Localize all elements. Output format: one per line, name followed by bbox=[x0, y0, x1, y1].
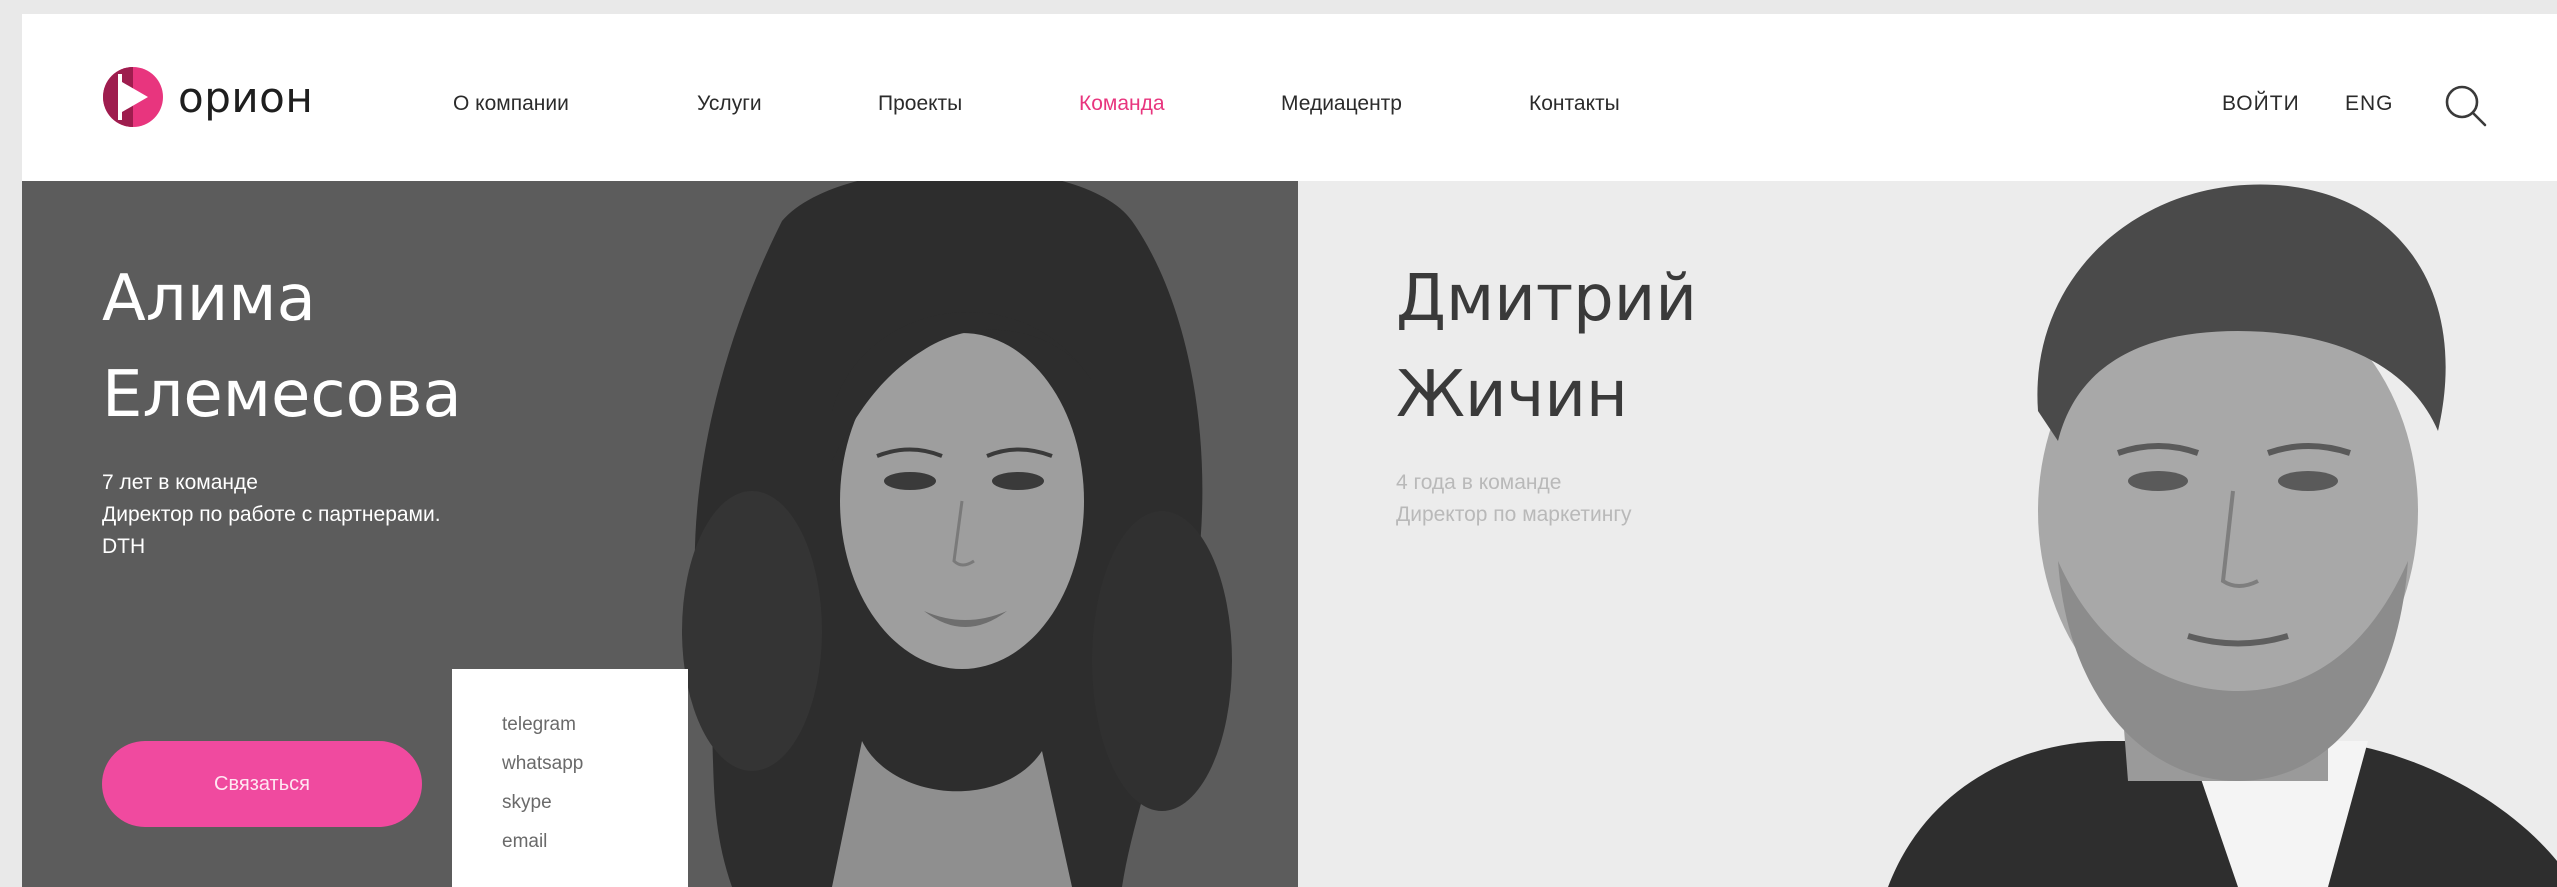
search-button[interactable] bbox=[2440, 80, 2492, 132]
person-role: Директор по работе с партнерами. bbox=[102, 503, 441, 526]
name-first: Алима bbox=[102, 262, 316, 336]
name-last: Жичин bbox=[1396, 358, 1628, 432]
person-tenure: 4 года в команде bbox=[1396, 471, 1562, 494]
orion-logo-icon bbox=[103, 67, 163, 127]
nav-item-contacts[interactable]: Контакты bbox=[1529, 92, 1620, 116]
nav-item-projects[interactable]: Проекты bbox=[878, 92, 962, 116]
person-name: Алима Елемесова bbox=[102, 251, 462, 443]
nav-item-team[interactable]: Команда bbox=[1079, 92, 1165, 116]
contact-options-menu: telegram whatsapp skype email bbox=[452, 669, 688, 887]
name-first: Дмитрий bbox=[1396, 262, 1697, 336]
nav-item-services[interactable]: Услуги bbox=[697, 92, 762, 116]
language-switch[interactable]: ENG bbox=[2345, 92, 2394, 116]
person-tenure: 7 лет в команде bbox=[102, 471, 258, 494]
contact-option-skype[interactable]: skype bbox=[502, 783, 688, 822]
login-link[interactable]: ВОЙТИ bbox=[2222, 92, 2300, 116]
logo-text: орион bbox=[178, 72, 314, 122]
logo[interactable]: орион bbox=[100, 62, 313, 132]
person-role-suffix: DTH bbox=[102, 535, 146, 558]
contact-button[interactable]: Связаться bbox=[102, 741, 422, 827]
team-card-alima: Алима Елемесова 7 лет в команде Директор… bbox=[22, 181, 1298, 887]
page-frame: орион О компании Услуги Проекты Команда … bbox=[22, 14, 2557, 887]
nav-item-mediacenter[interactable]: Медиацентр bbox=[1281, 92, 1402, 116]
team-card-dmitry: Дмитрий Жичин 4 года в команде Директор … bbox=[1298, 181, 2557, 887]
person-name: Дмитрий Жичин bbox=[1396, 251, 1697, 443]
person-info: 7 лет в команде Директор по работе с пар… bbox=[102, 467, 662, 563]
search-icon bbox=[2445, 85, 2487, 127]
nav-item-about[interactable]: О компании bbox=[453, 92, 569, 116]
contact-option-email[interactable]: email bbox=[502, 822, 688, 861]
person-photo bbox=[1888, 184, 2557, 887]
contact-option-whatsapp[interactable]: whatsapp bbox=[502, 744, 688, 783]
person-role: Директор по маркетингу bbox=[1396, 503, 1632, 526]
person-info: 4 года в команде Директор по маркетингу bbox=[1396, 467, 1956, 531]
person-photo bbox=[682, 181, 1232, 887]
name-last: Елемесова bbox=[102, 358, 462, 432]
contact-option-telegram[interactable]: telegram bbox=[502, 705, 688, 744]
site-header: орион О компании Услуги Проекты Команда … bbox=[22, 14, 2557, 181]
